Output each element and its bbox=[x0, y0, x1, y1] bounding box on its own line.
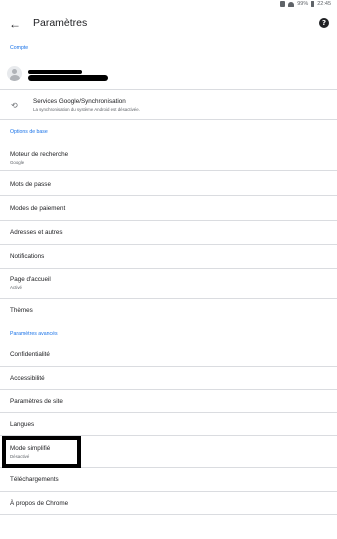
page-title: Paramètres bbox=[33, 17, 88, 29]
status-bar: 99% 22:45 bbox=[0, 0, 337, 11]
row-title: Paramètres de site bbox=[10, 398, 63, 405]
row-title: Moteur de recherche bbox=[10, 151, 69, 158]
addresses-row[interactable]: Adresses et autres bbox=[0, 221, 337, 245]
row-subtitle: Activé bbox=[10, 285, 22, 290]
notification-icon bbox=[280, 1, 286, 7]
avatar bbox=[7, 66, 22, 81]
row-title: Langues bbox=[10, 421, 35, 428]
highlight-box bbox=[2, 436, 81, 468]
section-header-basics: Options de base bbox=[10, 129, 48, 135]
clock: 22:45 bbox=[317, 1, 331, 7]
account-row[interactable] bbox=[0, 62, 337, 90]
row-title: Mots de passe bbox=[10, 181, 51, 188]
row-title: Téléchargements bbox=[10, 476, 59, 483]
redacted-account-name bbox=[28, 70, 82, 74]
battery-percent: 99% bbox=[297, 1, 309, 7]
row-title: Confidentialité bbox=[10, 351, 50, 358]
battery-icon bbox=[311, 1, 315, 7]
payment-methods-row[interactable]: Modes de paiement bbox=[0, 196, 337, 221]
back-arrow-icon[interactable]: ← bbox=[6, 15, 24, 33]
accessibility-row[interactable]: Accessibilité bbox=[0, 367, 337, 390]
row-title: À propos de Chrome bbox=[10, 500, 69, 507]
about-chrome-row[interactable]: À propos de Chrome bbox=[0, 492, 337, 515]
wifi-icon bbox=[288, 1, 295, 7]
sync-services-row[interactable]: ⟲ Services Google/Synchronisation La syn… bbox=[0, 93, 337, 120]
site-settings-row[interactable]: Paramètres de site bbox=[0, 390, 337, 413]
row-title: Thèmes bbox=[10, 307, 33, 314]
section-header-advanced: Paramètres avancés bbox=[10, 331, 58, 337]
themes-row[interactable]: Thèmes bbox=[0, 299, 337, 323]
section-header-account: Compte bbox=[10, 45, 29, 51]
row-title: Adresses et autres bbox=[10, 229, 63, 236]
row-title: Notifications bbox=[10, 253, 45, 260]
sync-icon: ⟲ bbox=[11, 101, 18, 110]
downloads-row[interactable]: Téléchargements bbox=[0, 468, 337, 492]
status-icons: 99% 22:45 bbox=[280, 1, 331, 7]
redacted-account-email bbox=[28, 75, 108, 81]
sync-subtitle: La synchronisation du système Android es… bbox=[33, 107, 140, 112]
notifications-row[interactable]: Notifications bbox=[0, 245, 337, 269]
privacy-row[interactable]: Confidentialité bbox=[0, 342, 337, 367]
row-title: Page d'accueil bbox=[10, 276, 51, 283]
sync-title: Services Google/Synchronisation bbox=[33, 98, 126, 105]
languages-row[interactable]: Langues bbox=[0, 413, 337, 436]
row-subtitle: Google bbox=[10, 160, 25, 165]
passwords-row[interactable]: Mots de passe bbox=[0, 171, 337, 196]
help-icon[interactable]: ? bbox=[319, 18, 329, 28]
homepage-row[interactable]: Page d'accueil Activé bbox=[0, 269, 337, 299]
app-toolbar: ← Paramètres ? bbox=[0, 11, 337, 37]
row-title: Accessibilité bbox=[10, 375, 45, 382]
search-engine-row[interactable]: Moteur de recherche Google bbox=[0, 140, 337, 171]
row-title: Modes de paiement bbox=[10, 205, 66, 212]
